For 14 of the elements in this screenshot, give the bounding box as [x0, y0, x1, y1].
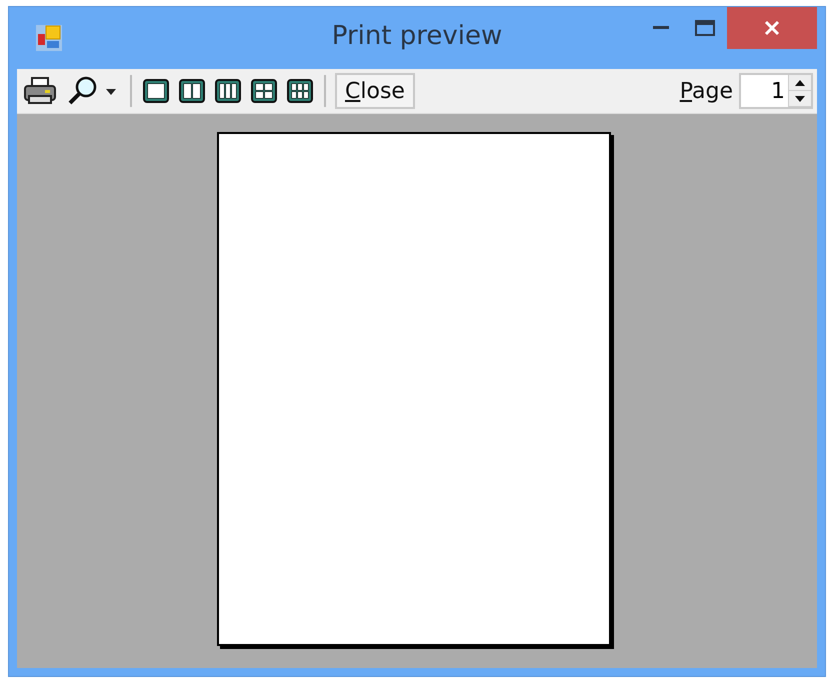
minimize-icon	[653, 26, 669, 30]
close-preview-button[interactable]: Close	[335, 73, 415, 109]
spin-up-button[interactable]	[789, 75, 811, 91]
window-title: Print preview	[330, 21, 504, 51]
page-label: Page	[680, 78, 733, 104]
close-button[interactable]	[727, 7, 817, 49]
up-arrow-icon	[795, 80, 805, 86]
page-number: 1	[770, 78, 786, 104]
close-icon	[764, 20, 780, 36]
app-icon	[35, 24, 63, 52]
spin-down-button[interactable]	[789, 91, 811, 107]
maximize-icon	[695, 20, 715, 36]
page-spinner[interactable]: 1	[739, 73, 813, 109]
down-arrow-icon	[795, 96, 805, 102]
